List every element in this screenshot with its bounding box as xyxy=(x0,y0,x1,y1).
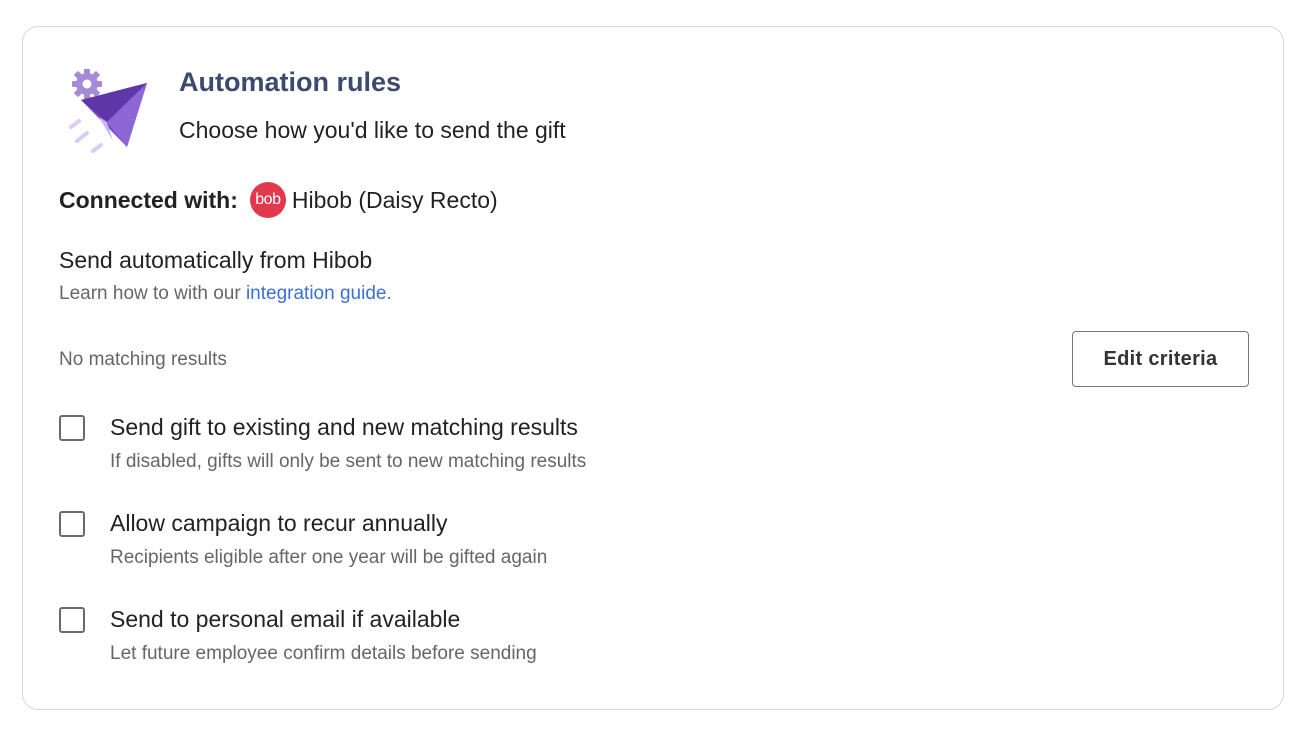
help-suffix-text: . xyxy=(386,283,392,304)
personal-email-checkbox[interactable] xyxy=(59,607,85,633)
send-automatically-help: Learn how to with our integration guide. xyxy=(59,281,392,307)
option-description: If disabled, gifts will only be sent to … xyxy=(110,451,587,472)
connected-account-name: Hibob (Daisy Recto) xyxy=(291,186,498,213)
option-label[interactable]: Allow campaign to recur annually xyxy=(110,508,448,538)
recur-annually-checkbox[interactable] xyxy=(59,511,85,537)
help-prefix-text: Learn how to with our xyxy=(59,283,246,304)
automation-rules-card: Automation rules Choose how you'd like t… xyxy=(22,26,1284,710)
option-description: Let future employee confirm details befo… xyxy=(110,643,537,664)
page-title: Automation rules xyxy=(179,67,402,97)
option-label[interactable]: Send to personal email if available xyxy=(110,604,460,634)
connected-with-label: Connected with: xyxy=(59,186,238,213)
existing-and-new-checkbox[interactable] xyxy=(59,415,85,441)
send-automatically-title: Send automatically from Hibob xyxy=(59,247,373,273)
page-subtitle: Choose how you'd like to send the gift xyxy=(179,117,566,143)
option-description: Recipients eligible after one year will … xyxy=(110,547,548,568)
hibob-logo-icon: bob xyxy=(249,182,286,218)
matching-results-status: No matching results xyxy=(59,349,227,370)
edit-criteria-button[interactable]: Edit criteria xyxy=(1072,331,1249,387)
connection-row: Connected with: bob Hibob (Daisy Recto) xyxy=(59,182,498,218)
paper-plane-gear-icon xyxy=(69,67,151,159)
option-label[interactable]: Send gift to existing and new matching r… xyxy=(110,412,578,442)
integration-guide-link[interactable]: integration guide xyxy=(246,283,387,304)
